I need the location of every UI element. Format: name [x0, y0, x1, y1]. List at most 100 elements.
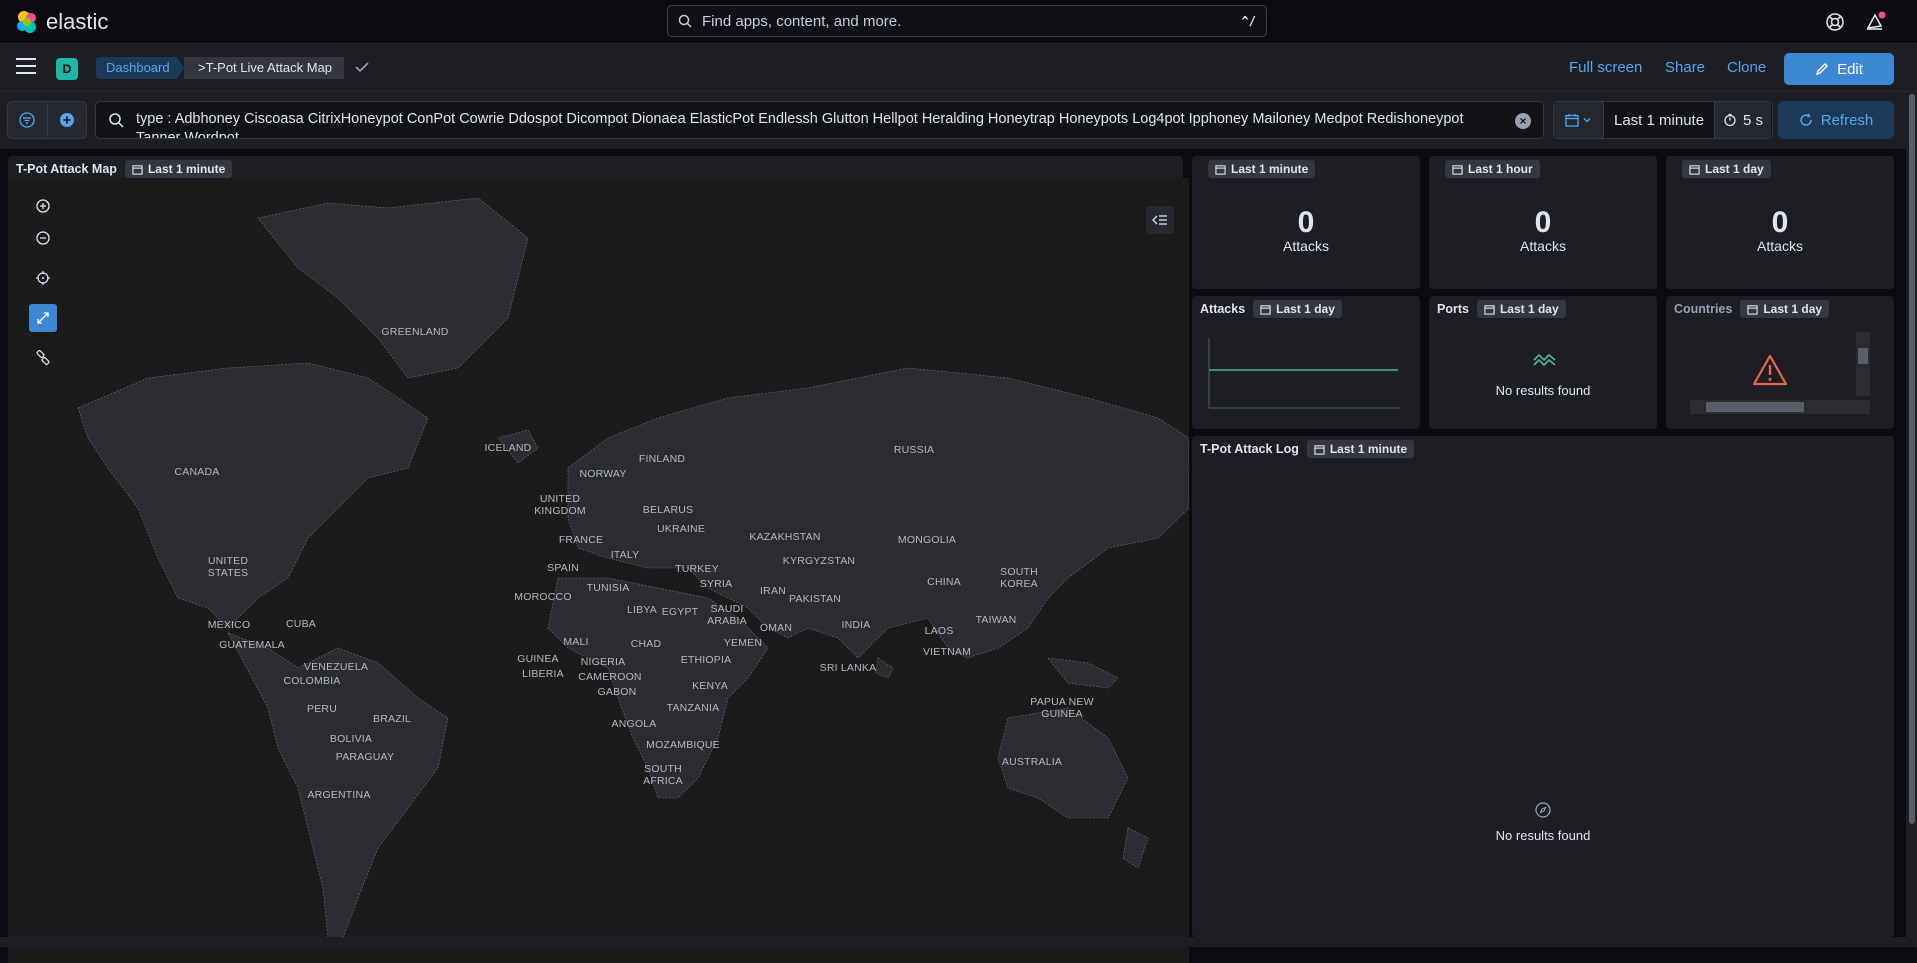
countries-vertical-scrollbar[interactable] — [1856, 332, 1870, 396]
map-country-label: PAKISTAN — [789, 593, 841, 605]
zoom-in-button[interactable] — [29, 192, 57, 220]
top-header: elastic Find apps, content, and more. ^/ — [0, 0, 1917, 44]
calendar-icon — [1565, 114, 1579, 127]
map-country-label: ARGENTINA — [307, 789, 371, 801]
map-country-label: UNITED KINGDOM — [534, 493, 586, 517]
no-data-chart-icon — [1533, 353, 1556, 367]
map-country-label: ETHIOPIA — [680, 654, 732, 666]
help-icon[interactable] — [1824, 11, 1846, 33]
filter-menu-button[interactable] — [8, 102, 47, 138]
query-bar: type : Adbhoney Ciscoasa CitrixHoneypot … — [0, 92, 1917, 149]
calendar-icon — [1314, 444, 1325, 455]
map-country-label: LIBERIA — [522, 668, 564, 680]
map-country-label: GREENLAND — [381, 326, 449, 338]
time-range-label[interactable]: Last 1 minute — [1614, 112, 1714, 129]
map-country-label: KYRGYZSTAN — [782, 555, 856, 567]
quick-select-button[interactable] — [1554, 102, 1604, 138]
map-country-label: UNITED STATES — [207, 555, 249, 579]
log-panel-badge: Last 1 minute — [1306, 440, 1415, 458]
map-country-label: EGYPT — [661, 606, 699, 618]
countries-panel-header: Countries Last 1 day — [1674, 300, 1830, 318]
calendar-icon — [1689, 164, 1700, 175]
map-country-label: TURKEY — [675, 563, 719, 575]
stat-1-header: Last 1 minute — [1208, 160, 1316, 178]
map-country-label: MONGOLIA — [897, 534, 957, 546]
map-country-label: TANZANIA — [666, 702, 720, 714]
elastic-logo[interactable]: elastic — [14, 9, 108, 35]
draw-tool-button[interactable] — [29, 304, 57, 332]
zoom-out-button[interactable] — [29, 224, 57, 252]
map-country-label: PAPUA NEW GUINEA — [1030, 696, 1094, 720]
map-country-label: MEXICO — [207, 619, 251, 631]
map-country-label: IRAN — [760, 585, 786, 597]
map-country-label: OMAN — [759, 622, 793, 634]
space-avatar[interactable]: D — [56, 58, 78, 80]
full-screen-button[interactable]: Full screen — [1569, 59, 1642, 76]
calendar-icon — [1215, 164, 1226, 175]
check-icon[interactable] — [354, 59, 370, 75]
layer-control-button[interactable] — [1146, 206, 1174, 234]
zoom-out-icon — [36, 231, 50, 245]
map-country-label: SOUTH KOREA — [1000, 566, 1038, 590]
refresh-icon — [1799, 113, 1812, 126]
map-country-label: COLOMBIA — [283, 675, 341, 687]
news-feed-icon[interactable] — [1864, 11, 1886, 33]
log-panel-title: T-Pot Attack Log — [1200, 442, 1299, 456]
world-map[interactable]: GREENLAND ICELAND RUSSIA CANADA FINLAND NORWA… — [8, 178, 1189, 963]
chevron-down-icon — [1583, 118, 1591, 123]
expand-icon — [37, 312, 49, 324]
fit-to-data-button[interactable] — [29, 264, 57, 292]
attacks-histogram-panel: Attacks Last 1 day — [1192, 296, 1420, 429]
map-country-label: INDIA — [841, 619, 871, 631]
menu-toggle-icon[interactable] — [16, 58, 36, 76]
plus-circle-icon — [59, 113, 74, 127]
map-country-label: ITALY — [610, 549, 640, 561]
stat-1-badge: Last 1 minute — [1208, 160, 1316, 178]
calendar-icon — [1452, 164, 1463, 175]
edit-button-label: Edit — [1837, 60, 1863, 78]
filter-button-group — [7, 101, 87, 139]
clone-button[interactable]: Clone — [1727, 59, 1766, 76]
attacks-panel-badge: Last 1 day — [1253, 300, 1342, 318]
map-country-label: BELARUS — [642, 504, 694, 516]
map-country-label: TAIWAN — [975, 614, 1017, 626]
countries-horizontal-scrollbar[interactable] — [1690, 400, 1870, 414]
map-country-label: KENYA — [692, 680, 728, 692]
clear-query-icon[interactable]: × — [1515, 113, 1531, 129]
tools-button[interactable] — [29, 344, 57, 372]
refresh-interval[interactable]: 5 s — [1714, 102, 1772, 138]
stat-2-value: 0 — [1534, 206, 1552, 239]
share-button[interactable]: Share — [1665, 59, 1705, 76]
wrench-icon — [36, 350, 50, 366]
map-time-badge-label: Last 1 minute — [147, 162, 226, 176]
map-country-label: ICELAND — [484, 442, 532, 454]
stat-1-badge-label: Last 1 minute — [1231, 162, 1309, 176]
stat-3-header: Last 1 day — [1682, 160, 1771, 178]
global-search-input[interactable]: Find apps, content, and more. ^/ — [667, 5, 1267, 37]
attack-map-panel: T-Pot Attack Map Last 1 minute GREENLAND… — [8, 156, 1189, 963]
calendar-icon — [1260, 304, 1271, 315]
refresh-button[interactable]: Refresh — [1778, 101, 1894, 139]
map-country-label: GUATEMALA — [219, 639, 285, 651]
edit-button[interactable]: Edit — [1784, 53, 1894, 85]
stat-panel-1-hour: Last 1 hour 0 Attacks — [1429, 156, 1657, 289]
countries-panel-title: Countries — [1674, 302, 1733, 316]
warning-icon — [1752, 354, 1788, 386]
map-country-label: GABON — [597, 686, 637, 698]
stat-2-badge-label: Last 1 hour — [1468, 162, 1533, 176]
map-country-label: CUBA — [286, 618, 316, 630]
attacks-line-chart — [1208, 338, 1400, 409]
add-filter-button[interactable] — [46, 102, 86, 138]
stat-panel-1-minute: Last 1 minute 0 Attacks — [1192, 156, 1420, 289]
filter-icon — [19, 112, 36, 128]
breadcrumb-dashboard[interactable]: Dashboard — [96, 57, 184, 79]
attack-log-panel: T-Pot Attack Log Last 1 minute No result… — [1192, 436, 1894, 937]
map-country-label: SAUDI ARABIA — [707, 603, 747, 627]
map-country-label: PERU — [307, 703, 337, 715]
query-input[interactable]: type : Adbhoney Ciscoasa CitrixHoneypot … — [95, 101, 1544, 139]
stat-2-metric: 0 Attacks — [1429, 206, 1657, 255]
map-country-label: MOZAMBIQUE — [646, 739, 720, 751]
attacks-panel-badge-label: Last 1 day — [1276, 302, 1335, 316]
map-country-label: BOLIVIA — [329, 733, 373, 745]
page-scrollbar[interactable] — [1906, 92, 1917, 947]
